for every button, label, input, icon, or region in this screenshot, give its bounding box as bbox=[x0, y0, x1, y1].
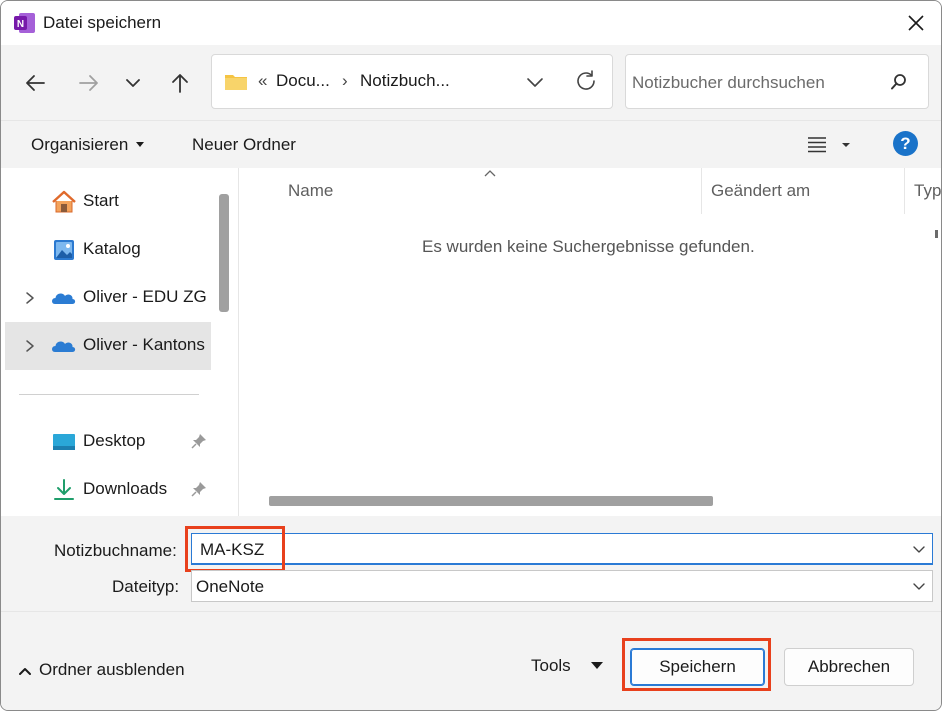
navigation-bar: « Docu... › Notizbuch... Notizbucher dur… bbox=[1, 45, 941, 120]
list-view-icon bbox=[808, 137, 850, 153]
file-type-label: Dateityp: bbox=[112, 577, 180, 596]
hide-folders-button[interactable]: Ordner ausblenden bbox=[17, 660, 185, 680]
file-type-select[interactable]: OneNote bbox=[191, 570, 933, 602]
arrow-left-icon bbox=[26, 75, 45, 91]
svg-text:N: N bbox=[17, 19, 24, 30]
file-list: Name Geändert am Typ Es wurden keine Suc… bbox=[239, 168, 941, 516]
chevron-up-icon bbox=[19, 667, 31, 675]
sidebar-item-onedrive-kantons[interactable]: Oliver - Kantons bbox=[5, 322, 211, 370]
chevron-down-icon bbox=[126, 79, 140, 87]
breadcrumb-overflow[interactable]: « bbox=[258, 71, 267, 91]
caret-down-icon bbox=[590, 661, 603, 669]
file-fields: Notizbuchname: MA-KSZ Dateityp: OneNote bbox=[1, 516, 941, 611]
back-button[interactable] bbox=[19, 65, 51, 101]
help-button[interactable]: ? bbox=[893, 131, 918, 156]
column-header-modified[interactable]: Geändert am bbox=[711, 181, 810, 201]
cancel-button[interactable]: Abbrechen bbox=[784, 648, 914, 686]
up-button[interactable] bbox=[164, 65, 196, 101]
chevron-right-icon[interactable] bbox=[23, 290, 37, 306]
hide-folders-label: Ordner ausblenden bbox=[39, 660, 185, 679]
tools-label: Tools bbox=[531, 656, 571, 675]
gallery-icon bbox=[54, 240, 74, 260]
tools-button[interactable]: Tools bbox=[531, 656, 603, 676]
sidebar-item-start[interactable]: Start bbox=[5, 178, 211, 226]
breadcrumb-separator[interactable]: › bbox=[342, 71, 348, 91]
dialog-title: Datei speichern bbox=[43, 13, 162, 32]
pin-icon[interactable] bbox=[191, 433, 207, 449]
sidebar-item-label: Katalog bbox=[83, 239, 141, 258]
sidebar-item-label: Downloads bbox=[83, 479, 168, 498]
home-icon bbox=[52, 190, 76, 213]
download-icon bbox=[54, 479, 74, 500]
notebook-name-input[interactable]: MA-KSZ bbox=[191, 533, 933, 565]
dialog-footer: Ordner ausblenden Tools Speichern Abbrec… bbox=[1, 611, 941, 710]
address-bar[interactable]: « Docu... › Notizbuch... bbox=[211, 54, 613, 109]
column-header-name[interactable]: Name bbox=[288, 181, 333, 201]
navigation-pane: Start Katalog Oliver - EDU ZG Oliver - K… bbox=[1, 168, 239, 516]
chevron-down-icon[interactable] bbox=[912, 543, 926, 555]
column-header-type[interactable]: Typ bbox=[914, 181, 941, 201]
empty-results-message: Es wurden keine Suchergebnisse gefunden. bbox=[422, 237, 755, 256]
file-type-value: OneNote bbox=[196, 577, 265, 596]
save-dialog: N Datei speichern « Docu... › Notizbuch.… bbox=[0, 0, 942, 711]
name-highlight-box bbox=[185, 526, 285, 572]
breadcrumb-item-notebooks[interactable]: Notizbuch... bbox=[360, 71, 450, 91]
breadcrumb-item-documents[interactable]: Docu... bbox=[276, 71, 330, 91]
sidebar-item-downloads[interactable]: Downloads bbox=[5, 466, 211, 514]
close-button[interactable] bbox=[893, 1, 939, 45]
column-divider[interactable] bbox=[701, 168, 702, 214]
recent-locations-button[interactable] bbox=[117, 65, 149, 101]
title-bar: N Datei speichern bbox=[1, 1, 941, 45]
sidebar-divider bbox=[19, 394, 199, 395]
organize-button[interactable]: Organisieren bbox=[31, 135, 145, 155]
new-folder-button[interactable]: Neuer Ordner bbox=[192, 135, 296, 155]
chevron-down-icon[interactable] bbox=[524, 71, 546, 93]
sidebar-scrollbar[interactable] bbox=[219, 194, 229, 312]
desktop-icon bbox=[53, 434, 75, 450]
pin-icon[interactable] bbox=[191, 481, 207, 497]
column-divider[interactable] bbox=[904, 168, 905, 214]
arrow-right-icon bbox=[79, 75, 98, 91]
search-placeholder: Notizbucher durchsuchen bbox=[632, 73, 825, 92]
sidebar-item-label: Start bbox=[83, 191, 119, 210]
forward-button[interactable] bbox=[73, 65, 105, 101]
sidebar-item-desktop[interactable]: Desktop bbox=[5, 418, 211, 466]
sidebar-item-label: Desktop bbox=[83, 431, 146, 450]
view-options-button[interactable] bbox=[807, 133, 855, 157]
command-bar: Organisieren Neuer Ordner ? bbox=[1, 120, 941, 168]
notebook-name-label: Notizbuchname: bbox=[54, 541, 177, 560]
refresh-icon[interactable] bbox=[574, 69, 598, 93]
onedrive-icon bbox=[52, 341, 76, 352]
close-icon bbox=[908, 15, 924, 31]
sidebar-item-onedrive-edu[interactable]: Oliver - EDU ZG bbox=[5, 274, 211, 322]
onenote-icon: N bbox=[14, 13, 35, 33]
sidebar-item-gallery[interactable]: Katalog bbox=[5, 226, 211, 274]
search-input[interactable]: Notizbucher durchsuchen bbox=[625, 54, 929, 109]
chevron-right-icon[interactable] bbox=[23, 338, 37, 354]
arrow-up-icon bbox=[172, 74, 188, 93]
sidebar-item-label: Oliver - Kantons bbox=[83, 335, 205, 354]
folder-icon bbox=[225, 75, 247, 90]
save-highlight-box bbox=[622, 638, 771, 691]
vertical-scrollbar[interactable] bbox=[935, 230, 938, 238]
sidebar-item-label: Oliver - EDU ZG bbox=[83, 287, 207, 306]
onedrive-icon bbox=[52, 293, 76, 304]
sort-ascending-icon bbox=[484, 170, 496, 177]
organize-label: Organisieren bbox=[31, 135, 129, 154]
caret-down-icon bbox=[136, 141, 145, 147]
chevron-down-icon[interactable] bbox=[912, 580, 926, 592]
search-icon[interactable] bbox=[890, 73, 908, 91]
horizontal-scrollbar[interactable] bbox=[269, 496, 713, 506]
